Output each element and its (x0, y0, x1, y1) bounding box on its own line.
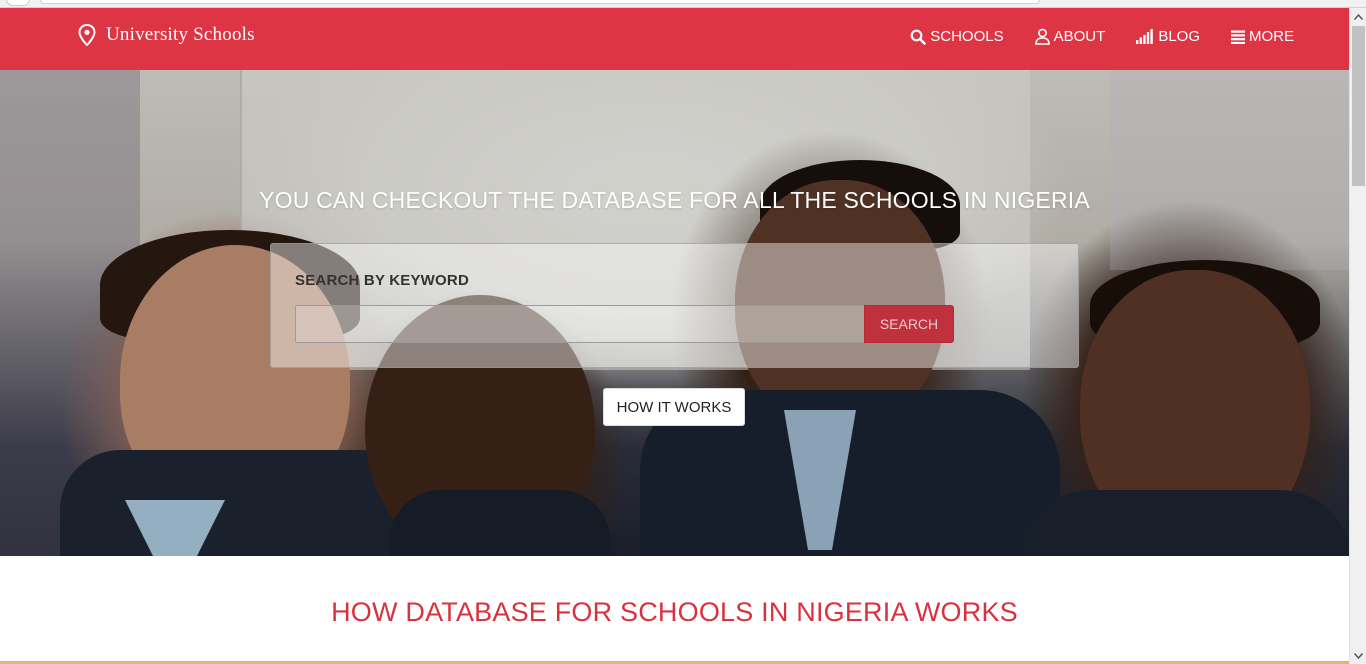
search-panel: SEARCH BY KEYWORD SEARCH (270, 243, 1079, 368)
user-icon (1034, 28, 1050, 45)
browser-chrome-strip (0, 0, 1366, 8)
browser-address-bar[interactable] (40, 0, 1040, 4)
scroll-down-arrow-icon[interactable] (1350, 647, 1366, 664)
hero-section: YOU CAN CHECKOUT THE DATABASE FOR ALL TH… (0, 70, 1349, 556)
nav-item-label: ABOUT (1053, 28, 1106, 45)
nav-item-schools[interactable]: SCHOOLS (910, 28, 1004, 45)
section-title: HOW DATABASE FOR SCHOOLS IN NIGERIA WORK… (331, 597, 1018, 627)
nav-item-more[interactable]: MORE (1231, 28, 1294, 45)
signal-bars-icon (1136, 29, 1154, 44)
nav-item-label: MORE (1249, 28, 1294, 45)
nav-item-blog[interactable]: BLOG (1136, 28, 1200, 45)
page: University Schools SCHOOLS ABOUT BLOG MO… (0, 8, 1349, 664)
main-nav: SCHOOLS ABOUT BLOG MORE (879, 28, 1294, 45)
hero-title: YOU CAN CHECKOUT THE DATABASE FOR ALL TH… (259, 187, 1090, 213)
vertical-scrollbar[interactable] (1349, 8, 1366, 664)
menu-icon (1231, 30, 1245, 44)
search-input[interactable] (295, 305, 865, 343)
brand-link[interactable]: University Schools (78, 24, 255, 46)
how-it-works-button[interactable]: HOW IT WORKS (603, 388, 745, 426)
scroll-up-arrow-icon[interactable] (1350, 8, 1366, 25)
nav-item-label: SCHOOLS (930, 28, 1004, 45)
brand-name: University Schools (106, 24, 255, 45)
scroll-thumb[interactable] (1352, 26, 1365, 186)
navbar: University Schools SCHOOLS ABOUT BLOG MO… (0, 8, 1349, 70)
nav-item-label: BLOG (1158, 28, 1200, 45)
search-label: SEARCH BY KEYWORD (295, 272, 469, 289)
browser-back-button[interactable] (6, 0, 30, 6)
map-pin-icon (78, 24, 96, 46)
search-icon (910, 29, 927, 45)
search-button[interactable]: SEARCH (864, 305, 954, 343)
nav-item-about[interactable]: ABOUT (1034, 28, 1106, 45)
